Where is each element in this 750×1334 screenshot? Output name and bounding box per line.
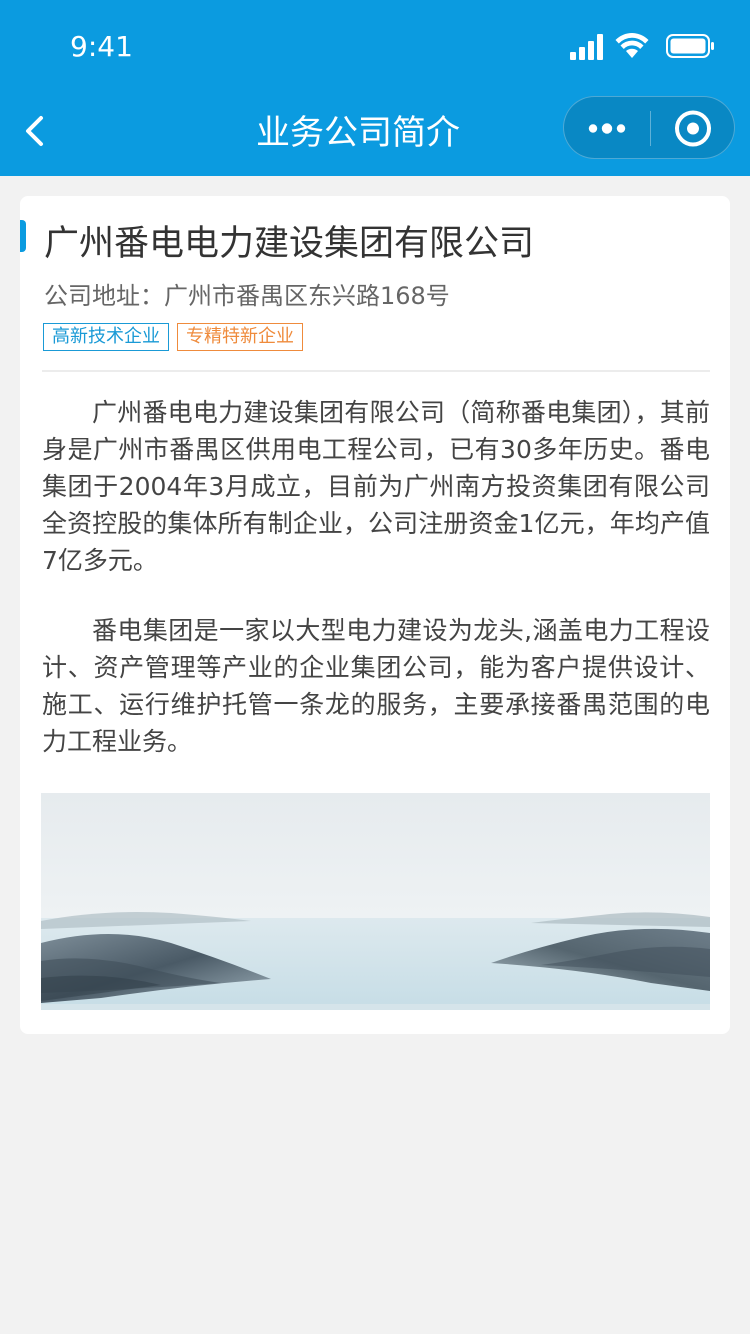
company-address: 公司地址：广州市番禺区东兴路168号: [44, 282, 450, 310]
title-accent-bar: [20, 220, 26, 252]
tag-high-tech: 高新技术企业: [43, 323, 169, 351]
signal-icon: [570, 34, 603, 60]
banner-image: [41, 793, 710, 1010]
battery-icon: [666, 34, 714, 58]
capsule-divider: [650, 111, 651, 146]
section-divider: [42, 370, 710, 372]
more-button[interactable]: [578, 97, 638, 160]
more-dots-icon: [588, 123, 626, 134]
close-button[interactable]: [662, 97, 722, 160]
status-time: 9:41: [70, 30, 133, 63]
wifi-icon: [615, 33, 649, 58]
intro-paragraph: 番电集团是一家以大型电力建设为龙头,涵盖电力工程设计、资产管理等产业的企业集团公…: [42, 616, 710, 756]
company-introduction: 广州番电电力建设集团有限公司（简称番电集团），其前身是广州市番禺区供用电工程公司…: [42, 394, 710, 793]
navigation-header: 9:41 业务公司简介: [0, 0, 750, 176]
mini-program-capsule: [563, 96, 735, 159]
company-name: 广州番电电力建设集团有限公司: [44, 224, 535, 264]
seascape-image: [41, 793, 710, 1010]
intro-paragraph: 广州番电电力建设集团有限公司（简称番电集团），其前身是广州市番禺区供用电工程公司…: [42, 398, 710, 575]
tag-specialized: 专精特新企业: [177, 323, 303, 351]
company-card: 广州番电电力建设集团有限公司 公司地址：广州市番禺区东兴路168号 高新技术企业…: [20, 196, 730, 1034]
target-close-icon: [675, 110, 711, 147]
status-icons: [570, 32, 720, 62]
company-tags: 高新技术企业 专精特新企业: [43, 323, 311, 351]
